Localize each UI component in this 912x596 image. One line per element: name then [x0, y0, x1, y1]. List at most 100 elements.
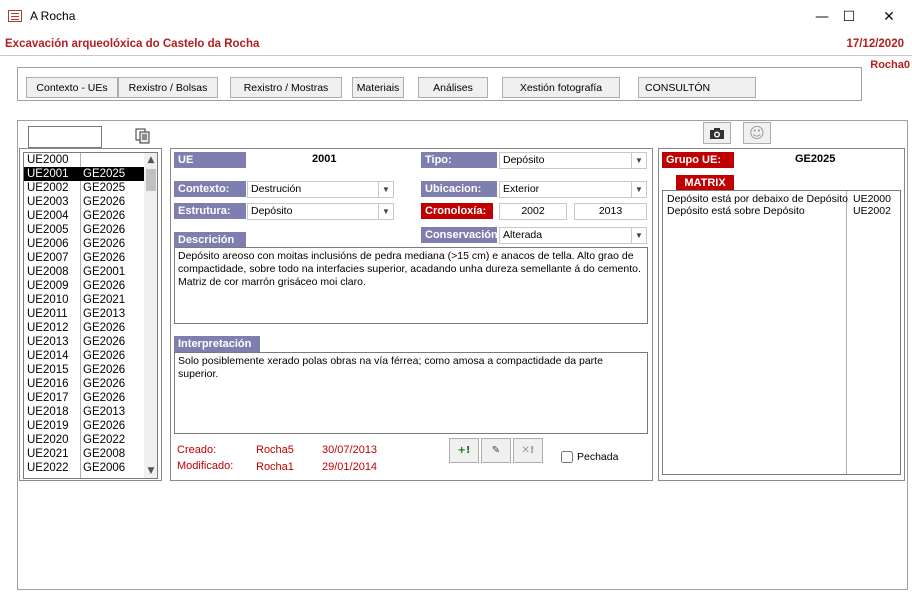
tab-consulton[interactable]: CONSULTÓN: [638, 77, 756, 98]
list-item-ue: UE2006: [27, 238, 69, 250]
scroll-up-icon[interactable]: ▲: [144, 153, 157, 167]
delete-icon: ✕!: [521, 445, 535, 456]
list-item-ue: UE2020: [27, 434, 69, 446]
list-item[interactable]: UE2005 GE2026: [24, 223, 144, 237]
tab-xestion-fotografia[interactable]: Xestión fotografía: [502, 77, 620, 98]
tipo-value: Depósito: [503, 154, 545, 166]
list-item[interactable]: UE2007 GE2026: [24, 251, 144, 265]
list-item[interactable]: UE2001 GE2025: [24, 167, 144, 181]
descricion-textarea[interactable]: Depósito areoso con moitas inclusións de…: [174, 247, 648, 324]
add-record-button[interactable]: +!: [449, 438, 479, 463]
creado-label: Creado:: [177, 444, 217, 456]
header-date: 17/12/2020: [846, 38, 904, 50]
list-item-group: GE2026: [83, 350, 126, 362]
list-item-ue: UE2001: [27, 168, 69, 180]
list-item[interactable]: UE2022 GE2006: [24, 461, 144, 475]
list-item[interactable]: UE2018 GE2013: [24, 405, 144, 419]
matrix-row[interactable]: Depósito está sobre Depósito UE2002: [667, 205, 891, 217]
list-item[interactable]: UE2011 GE2013: [24, 307, 144, 321]
list-item[interactable]: UE2016 GE2026: [24, 377, 144, 391]
smile-button[interactable]: ☺: [743, 122, 771, 144]
conservacion-dropdown[interactable]: Alterada ▼: [499, 227, 647, 244]
list-item-ue: UE2002: [27, 182, 69, 194]
cronoloxia-from-field[interactable]: 2002: [499, 203, 567, 220]
matrix-row[interactable]: Depósito está por debaixo de Depósito UE2…: [667, 193, 891, 205]
descricion-label: Descrición: [174, 232, 246, 248]
list-item[interactable]: UE2009 GE2026: [24, 279, 144, 293]
pechada-label: Pechada: [577, 451, 619, 463]
list-item-group: GE2026: [83, 322, 126, 334]
list-item[interactable]: UE2010 GE2021: [24, 293, 144, 307]
tab-rexistro-mostras[interactable]: Rexistro / Mostras: [230, 77, 342, 98]
scroll-thumb[interactable]: [146, 169, 156, 191]
modificado-date: 29/01/2014: [322, 461, 378, 473]
chevron-down-icon: ▼: [378, 204, 393, 219]
list-item-ue: UE2009: [27, 280, 69, 292]
list-item[interactable]: UE2015 GE2026: [24, 363, 144, 377]
estrutura-dropdown[interactable]: Depósito ▼: [247, 203, 394, 220]
list-item-group: GE2026: [83, 392, 126, 404]
interpretacion-textarea[interactable]: Solo posiblemente xerado polas obras na …: [174, 352, 648, 434]
tab-analises[interactable]: Análises: [418, 77, 488, 98]
contexto-dropdown[interactable]: Destrución ▼: [247, 181, 394, 198]
header-divider: [0, 55, 912, 56]
ue-label: UE: [174, 152, 246, 168]
search-input[interactable]: [28, 126, 102, 148]
scroll-down-icon[interactable]: ▼: [144, 464, 157, 478]
list-item[interactable]: UE2021 GE2008: [24, 447, 144, 461]
list-item[interactable]: UE2019 GE2026: [24, 419, 144, 433]
list-scrollbar[interactable]: ▲ ▼: [144, 153, 157, 478]
cronoloxia-to-field[interactable]: 2013: [574, 203, 647, 220]
ubicacion-label: Ubicacion:: [421, 181, 497, 197]
list-item-ue: UE2003: [27, 196, 69, 208]
list-item-group: GE2006: [83, 462, 126, 474]
list-item[interactable]: UE2017 GE2026: [24, 391, 144, 405]
list-item[interactable]: UE2008 GE2001: [24, 265, 144, 279]
list-item[interactable]: UE2002 GE2025: [24, 181, 144, 195]
list-item-ue: UE2000: [27, 154, 69, 166]
list-item-group: GE2026: [83, 280, 126, 292]
list-item-group: GE2026: [83, 420, 126, 432]
ue-list[interactable]: UE2000 UE2001 GE2025 UE2002 GE2025 UE2003 GE20…: [23, 152, 158, 479]
tab-rexistro-bolsas[interactable]: Rexistro / Bolsas: [118, 77, 218, 98]
list-item[interactable]: UE2000: [24, 153, 144, 167]
close-button[interactable]: ✕: [866, 0, 912, 34]
tab-contexto-ues[interactable]: Contexto - UEs: [26, 77, 118, 98]
list-item-group: GE2026: [83, 210, 126, 222]
camera-button[interactable]: [703, 122, 731, 144]
ue-value: 2001: [312, 153, 337, 165]
matrix-column-divider: [846, 191, 847, 474]
list-item-ue: UE2008: [27, 266, 69, 278]
list-item-group: GE2013: [83, 406, 126, 418]
tipo-dropdown[interactable]: Depósito ▼: [499, 152, 647, 169]
copy-button[interactable]: [132, 126, 154, 146]
list-item-ue: UE2016: [27, 378, 69, 390]
list-item-ue: UE2010: [27, 294, 69, 306]
pechada-checkbox[interactable]: [561, 451, 573, 463]
ubicacion-dropdown[interactable]: Exterior ▼: [499, 181, 647, 198]
nav-bar: Contexto - UEs Rexistro / Bolsas Rexistr…: [17, 67, 862, 101]
list-item[interactable]: UE2012 GE2026: [24, 321, 144, 335]
chevron-down-icon: ▼: [631, 182, 646, 197]
list-item-ue: UE2018: [27, 406, 69, 418]
estrutura-value: Depósito: [251, 205, 293, 217]
matrix-list[interactable]: Depósito está por debaixo de Depósito UE2…: [662, 190, 901, 475]
contexto-value: Destrución: [251, 183, 302, 195]
matrix-label: MATRIX: [676, 175, 734, 191]
list-item-ue: UE2017: [27, 392, 69, 404]
list-item-ue: UE2021: [27, 448, 69, 460]
list-item[interactable]: UE2020 GE2022: [24, 433, 144, 447]
delete-record-button[interactable]: ✕!: [513, 438, 543, 463]
edit-record-button[interactable]: ✎: [481, 438, 511, 463]
list-item[interactable]: UE2014 GE2026: [24, 349, 144, 363]
list-item-group: GE2026: [83, 224, 126, 236]
modificado-user: Rocha1: [256, 461, 294, 473]
list-item[interactable]: UE2004 GE2026: [24, 209, 144, 223]
tab-materiais[interactable]: Materiais: [352, 77, 404, 98]
list-item-group: GE2022: [83, 434, 126, 446]
list-item-ue: UE2015: [27, 364, 69, 376]
list-item[interactable]: UE2003 GE2026: [24, 195, 144, 209]
list-item[interactable]: UE2006 GE2026: [24, 237, 144, 251]
camera-icon: [710, 127, 724, 139]
list-item[interactable]: UE2013 GE2026: [24, 335, 144, 349]
